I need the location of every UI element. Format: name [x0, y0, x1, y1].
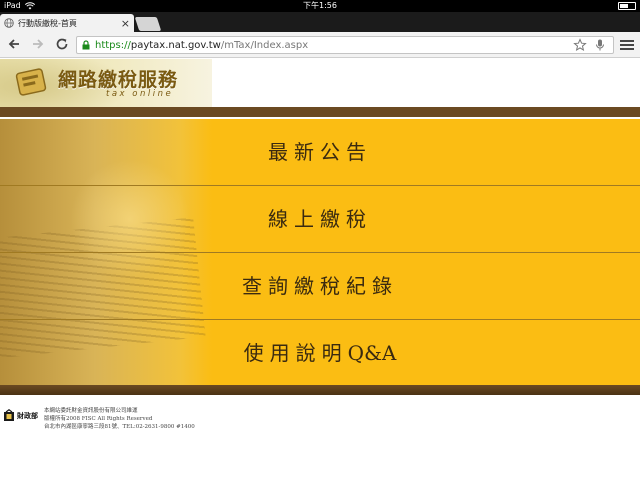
menu-item-label: 最新公告 [268, 140, 372, 164]
menu-item-label-cjk: 使用說明 [243, 341, 348, 365]
tab-close-icon[interactable]: × [121, 18, 130, 29]
browser-menu-icon[interactable] [620, 38, 634, 52]
web-page: 網路繳稅服務 tax online 最新公告 線上繳稅 查詢繳稅紀錄 使用說明Q… [0, 59, 640, 480]
globe-icon [4, 18, 14, 28]
menu-item-online-payment[interactable]: 線上繳稅 [0, 186, 640, 252]
browser-tab[interactable]: 行動版繳稅-首頁 × [0, 14, 134, 32]
reload-icon[interactable] [54, 37, 70, 53]
lock-icon [82, 40, 90, 50]
menu-item-label: 使用說明Q&A [0, 320, 640, 386]
menu-item-label: 線上繳稅 [268, 207, 372, 231]
ministry-emblem-icon [4, 409, 14, 421]
site-logo-subtitle: tax online [106, 89, 174, 99]
forward-arrow-icon[interactable] [30, 37, 46, 53]
new-tab-button[interactable] [134, 17, 162, 31]
microphone-icon[interactable] [593, 38, 607, 52]
footer-logo: 財政部 [3, 408, 45, 424]
main-menu: 最新公告 線上繳稅 查詢繳稅紀錄 使用說明Q&A [0, 119, 640, 385]
footer-text: 本網站委託財金資訊股份有限公司維運 版權所有2008 FISC All Righ… [44, 407, 195, 431]
back-arrow-icon[interactable] [6, 37, 22, 53]
url-host: paytax.nat.gov.tw [130, 39, 221, 51]
tab-title: 行動版繳稅-首頁 [18, 18, 77, 28]
footer-divider-bar [0, 385, 640, 395]
address-bar[interactable]: https://paytax.nat.gov.tw/mTax/Index.asp… [76, 36, 614, 54]
tax-logo-icon [15, 68, 47, 96]
browser-toolbar: https://paytax.nat.gov.tw/mTax/Index.asp… [0, 32, 640, 58]
status-time: 下午1:56 [303, 1, 337, 10]
site-footer: 財政部 本網站委託財金資訊股份有限公司維運 版權所有2008 FISC All … [0, 405, 640, 435]
url-path: /mTax/Index.aspx [220, 39, 309, 51]
menu-item-label: 查詢繳稅紀錄 [242, 274, 398, 298]
footer-logo-name: 財政部 [17, 411, 38, 420]
header-banner-image: 網路繳稅服務 tax online [0, 59, 212, 107]
menu-item-announcements[interactable]: 最新公告 [0, 119, 640, 185]
bookmark-star-icon[interactable] [573, 38, 587, 52]
footer-line: 台北市內湖區康寧路三段81號、TEL:02-2631-9800 #1400 [44, 424, 195, 430]
site-logo-title: 網路繳稅服務 [58, 69, 179, 91]
url-scheme: https:// [95, 39, 131, 51]
footer-line: 版權所有2008 FISC All Rights Reserved [44, 416, 153, 422]
site-header: 網路繳稅服務 tax online [0, 59, 640, 117]
header-divider-bar [0, 107, 640, 117]
battery-icon [618, 2, 636, 10]
url-text: https://paytax.nat.gov.tw/mTax/Index.asp… [95, 40, 573, 51]
footer-line: 本網站委託財金資訊股份有限公司維運 [44, 408, 138, 414]
tab-strip: 行動版繳稅-首頁 × [0, 12, 640, 32]
menu-item-payment-records[interactable]: 查詢繳稅紀錄 [0, 253, 640, 319]
menu-item-help-qa[interactable]: 使用說明Q&A [0, 320, 640, 386]
menu-item-label-latin: Q&A [347, 341, 397, 365]
status-bar: iPad 下午1:56 [0, 0, 640, 12]
